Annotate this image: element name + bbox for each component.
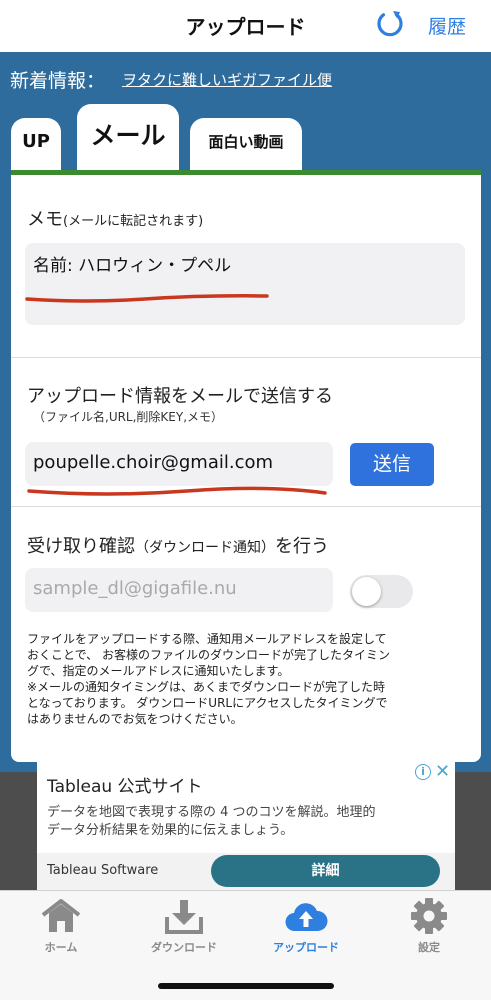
- tab-mail[interactable]: メール: [77, 104, 179, 170]
- divider: [11, 506, 481, 507]
- memo-note: (メールに転記されます): [63, 214, 204, 229]
- upload-mail-subtext: （ファイル名,URL,削除KEY,メモ）: [33, 410, 224, 424]
- ad-details-button[interactable]: 詳細: [211, 855, 440, 887]
- ad-banner[interactable]: Tableau 公式サイト i ✕ データを地図で表現する際の 4 つのコツを解…: [37, 760, 455, 890]
- toggle-knob: [352, 577, 381, 606]
- tab-bar-label: ホーム: [44, 941, 78, 954]
- ad-info-icon[interactable]: i: [415, 764, 431, 780]
- gear-icon: [411, 898, 447, 934]
- top-bar: アップロード 履歴: [0, 0, 491, 52]
- divider: [11, 357, 481, 358]
- ad-close-icon[interactable]: ✕: [435, 761, 450, 782]
- tab-bar-download[interactable]: ダウンロード: [134, 897, 234, 967]
- home-indicator: [158, 983, 334, 989]
- upload-mail-label: アップロード情報をメールで送信する: [27, 386, 333, 407]
- email-field[interactable]: poupelle.choir@gmail.com: [25, 442, 333, 486]
- send-button[interactable]: 送信: [350, 443, 434, 486]
- red-underline-mark: [25, 294, 269, 303]
- tab-bar-upload[interactable]: アップロード: [256, 897, 356, 967]
- tab-bar-label: ダウンロード: [151, 941, 217, 954]
- ad-footer: Tableau Software 詳細: [37, 853, 455, 890]
- ad-description: データを地図で表現する際の 4 つのコツを解説。地理的 データ分析結果を効果的に…: [47, 805, 376, 838]
- tab-bar-settings[interactable]: 設定: [379, 897, 479, 967]
- memo-label: メモ(メールに転記されます): [27, 209, 204, 230]
- ad-title[interactable]: Tableau 公式サイト: [47, 772, 203, 797]
- red-underline-mark: [27, 486, 327, 496]
- notice-text: ファイルをアップロードする際、通知用メールアドレスを設定して おくことで、 お客…: [27, 632, 390, 726]
- download-notify-email-input[interactable]: sample_dl@gigafile.nu: [25, 568, 333, 612]
- memo-field[interactable]: 名前: ハロウィン・プペル: [25, 243, 465, 325]
- tab-bar-home[interactable]: ホーム: [11, 897, 111, 967]
- tab-funny-video[interactable]: 面白い動画: [190, 118, 302, 170]
- history-link[interactable]: 履歴: [428, 12, 466, 39]
- refresh-icon[interactable]: [374, 8, 406, 40]
- news-label: 新着情報：: [10, 70, 106, 92]
- tab-bar-label: 設定: [418, 941, 440, 954]
- ad-brand: Tableau Software: [47, 863, 159, 878]
- download-notify-toggle[interactable]: [350, 575, 413, 608]
- home-icon: [41, 899, 81, 932]
- news-link[interactable]: ヲタクに難しいギガファイル便: [122, 69, 332, 90]
- upload-cloud-icon: [285, 903, 328, 932]
- tab-bar-label: アップロード: [273, 941, 339, 954]
- tab-up[interactable]: UP: [11, 118, 61, 170]
- mail-card: メモ(メールに転記されます) 名前: ハロウィン・プペル アップロード情報をメー…: [11, 170, 481, 762]
- receipt-label: 受け取り確認（ダウンロード通知）を行う: [27, 536, 329, 557]
- download-icon: [165, 900, 203, 934]
- page-title: アップロード: [185, 15, 306, 39]
